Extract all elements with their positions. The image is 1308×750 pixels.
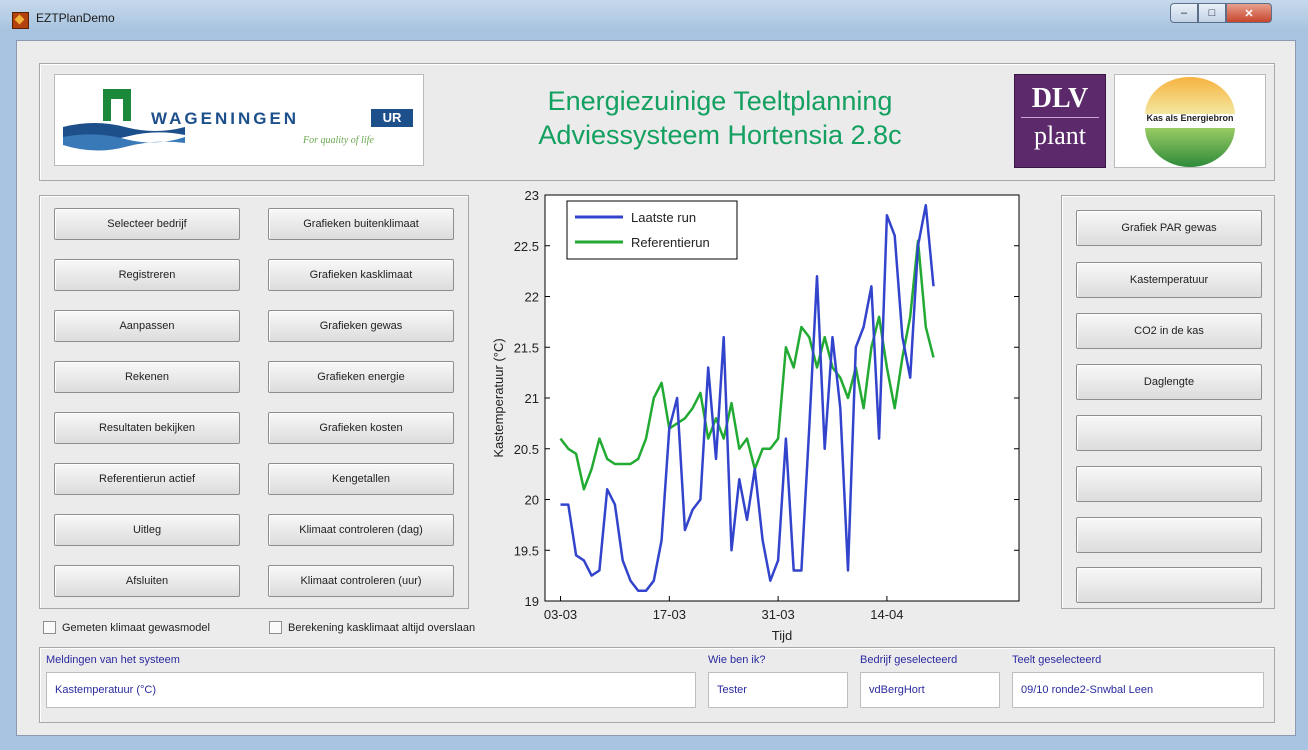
skip-climate-calc-checkbox[interactable] bbox=[269, 621, 282, 634]
matlab-app-icon bbox=[12, 12, 29, 29]
calculate-button[interactable]: Rekenen bbox=[54, 361, 240, 393]
minimize-button[interactable]: – bbox=[1170, 3, 1198, 23]
check-climate-day-button[interactable]: Klimaat controleren (dag) bbox=[268, 514, 454, 546]
window-title: EZTPlanDemo bbox=[36, 11, 115, 25]
x-tick-label: 31-03 bbox=[761, 607, 794, 622]
wur-tagline: For quality of life bbox=[303, 135, 374, 146]
y-tick-label: 23 bbox=[525, 188, 539, 203]
par-crop-chart-button[interactable]: Grafiek PAR gewas bbox=[1076, 210, 1262, 246]
messages-label: Meldingen van het systeem bbox=[46, 654, 180, 666]
header-panel: WAGENINGEN UR For quality of life Energi… bbox=[39, 63, 1275, 181]
select-company-button[interactable]: Selecteer bedrijf bbox=[54, 208, 240, 240]
company-selected-label: Bedrijf geselecteerd bbox=[860, 654, 958, 666]
company-selected-field: vdBergHort bbox=[860, 672, 1000, 708]
key-figures-button[interactable]: Kengetallen bbox=[268, 463, 454, 495]
outdoor-climate-charts-button[interactable]: Grafieken buitenklimaat bbox=[268, 208, 454, 240]
x-tick-label: 14-04 bbox=[870, 607, 903, 622]
kas-logo-text: Kas als Energiebron bbox=[1146, 113, 1234, 123]
day-length-button[interactable]: Daglengte bbox=[1076, 364, 1262, 400]
skip-climate-calc-checkbox-row[interactable]: Berekening kasklimaat altijd overslaan bbox=[269, 621, 475, 634]
y-tick-label: 22 bbox=[525, 290, 539, 305]
x-axis-label: Tijd bbox=[772, 628, 792, 643]
x-tick-label: 03-03 bbox=[544, 607, 577, 622]
dlv-plant-logo: DLV plant bbox=[1014, 74, 1106, 168]
wur-logo: WAGENINGEN UR For quality of life bbox=[54, 74, 424, 166]
empty-button-5[interactable] bbox=[1076, 415, 1262, 451]
close-button[interactable]: ✕ bbox=[1226, 3, 1272, 23]
greenhouse-temperature-button[interactable]: Kastemperatuur bbox=[1076, 262, 1262, 298]
status-panel: Meldingen van het systeem Kastemperatuur… bbox=[39, 647, 1275, 723]
dlv-divider bbox=[1021, 117, 1099, 118]
empty-button-7[interactable] bbox=[1076, 517, 1262, 553]
y-tick-label: 19 bbox=[525, 594, 539, 609]
title-line-2: Adviessysteem Hortensia 2.8c bbox=[538, 120, 902, 150]
empty-button-8[interactable] bbox=[1076, 567, 1262, 603]
who-am-i-label: Wie ben ik? bbox=[708, 654, 766, 666]
x-tick-label: 17-03 bbox=[653, 607, 686, 622]
client-area: WAGENINGEN UR For quality of life Energi… bbox=[16, 40, 1296, 736]
cost-charts-button[interactable]: Grafieken kosten bbox=[268, 412, 454, 444]
y-tick-label: 20 bbox=[525, 493, 539, 508]
crop-selected-field: 09/10 ronde2-Snwbal Leen bbox=[1012, 672, 1264, 708]
explanation-button[interactable]: Uitleg bbox=[54, 514, 240, 546]
dlv-logo-top: DLV bbox=[1031, 83, 1089, 114]
y-tick-label: 21 bbox=[525, 391, 539, 406]
y-axis-label: Kastemperatuur (°C) bbox=[491, 338, 506, 457]
measured-climate-checkbox-row[interactable]: Gemeten klimaat gewasmodel bbox=[43, 621, 210, 634]
measured-climate-checkbox-label: Gemeten klimaat gewasmodel bbox=[62, 621, 210, 634]
crop-charts-button[interactable]: Grafieken gewas bbox=[268, 310, 454, 342]
right-button-panel: Grafiek PAR gewas Kastemperatuur CO2 in … bbox=[1061, 195, 1275, 609]
maximize-button[interactable]: □ bbox=[1198, 3, 1226, 23]
title-bar[interactable]: EZTPlanDemo – □ ✕ bbox=[0, 0, 1308, 34]
y-tick-label: 20.5 bbox=[514, 442, 539, 457]
check-climate-hour-button[interactable]: Klimaat controleren (uur) bbox=[268, 565, 454, 597]
exit-button[interactable]: Afsluiten bbox=[54, 565, 240, 597]
register-button[interactable]: Registreren bbox=[54, 259, 240, 291]
legend-label-referentierun: Referentierun bbox=[631, 235, 710, 250]
title-line-1: Energiezuinige Teeltplanning bbox=[547, 86, 893, 116]
app-window: EZTPlanDemo – □ ✕ WAGENINGEN UR For qual… bbox=[0, 0, 1308, 750]
modify-button[interactable]: Aanpassen bbox=[54, 310, 240, 342]
energy-charts-button[interactable]: Grafieken energie bbox=[268, 361, 454, 393]
y-tick-label: 19.5 bbox=[514, 543, 539, 558]
wur-logo-ur: UR bbox=[371, 109, 413, 127]
who-am-i-field: Tester bbox=[708, 672, 848, 708]
skip-climate-calc-checkbox-label: Berekening kasklimaat altijd overslaan bbox=[288, 621, 476, 634]
wur-logo-text: WAGENINGEN bbox=[151, 109, 300, 128]
view-results-button[interactable]: Resultaten bekijken bbox=[54, 412, 240, 444]
crop-selected-label: Teelt geselecteerd bbox=[1012, 654, 1102, 666]
y-tick-label: 22.5 bbox=[514, 239, 539, 254]
window-controls: – □ ✕ bbox=[1170, 3, 1272, 25]
co2-in-greenhouse-button[interactable]: CO2 in de kas bbox=[1076, 313, 1262, 349]
kas-als-energiebron-logo: Kas als Energiebron bbox=[1114, 74, 1266, 168]
left-button-panel: Selecteer bedrijf Registreren Aanpassen … bbox=[39, 195, 469, 609]
greenhouse-climate-charts-button[interactable]: Grafieken kasklimaat bbox=[268, 259, 454, 291]
chart-legend: Laatste run Referentierun bbox=[566, 200, 738, 260]
temperature-chart: 19 19.5 20 20.5 21 21.5 22 22.5 23 03-03 17-03 31-… bbox=[491, 188, 1020, 643]
y-tick-label: 21.5 bbox=[514, 340, 539, 355]
reference-run-active-button[interactable]: Referentierun actief bbox=[54, 463, 240, 495]
empty-button-6[interactable] bbox=[1076, 466, 1262, 502]
measured-climate-checkbox[interactable] bbox=[43, 621, 56, 634]
messages-field: Kastemperatuur (°C) bbox=[46, 672, 696, 708]
dlv-logo-bottom: plant bbox=[1034, 121, 1086, 150]
legend-label-laatste-run: Laatste run bbox=[631, 210, 696, 225]
